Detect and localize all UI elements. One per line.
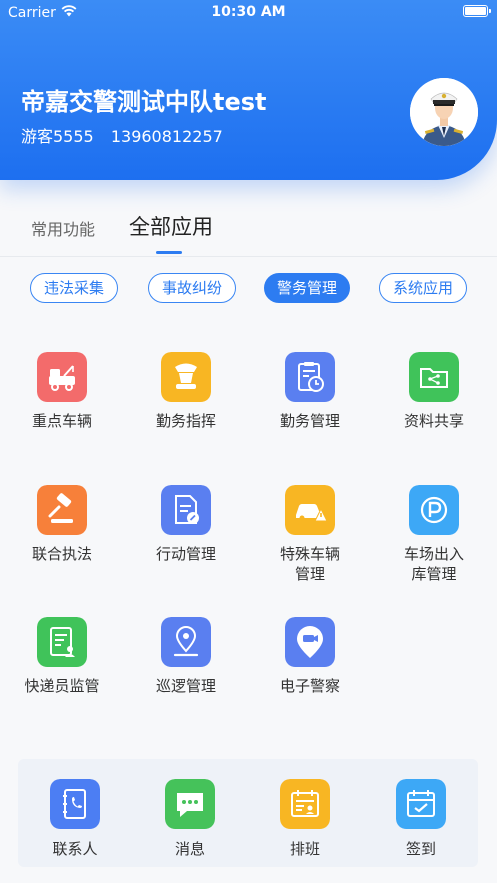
tab-common-functions[interactable]: 常用功能 <box>31 216 95 240</box>
app-data-sharing[interactable]: 资料共享 <box>379 352 489 431</box>
location-pin-icon <box>161 617 211 667</box>
gavel-icon <box>37 485 87 535</box>
avatar[interactable] <box>410 78 478 146</box>
user-info: 游客5555 13960812257 <box>21 123 235 147</box>
dock-check-in[interactable]: 签到 <box>366 779 476 859</box>
officer-hat-icon <box>161 352 211 402</box>
app-duty-management[interactable]: 勤务管理 <box>255 352 365 431</box>
profile-header: Carrier 10:30 AM 帝嘉交警测试中队test 游客5555 139… <box>0 0 497 180</box>
category-filters: 违法采集 事故纠纷 警务管理 系统应用 <box>0 273 497 307</box>
tow-truck-icon <box>37 352 87 402</box>
app-parking-inout[interactable]: 车场出入 库管理 <box>379 485 489 584</box>
app-key-vehicles[interactable]: 重点车辆 <box>7 352 117 431</box>
tab-all-apps[interactable]: 全部应用 <box>129 211 213 241</box>
app-action-management[interactable]: 行动管理 <box>131 485 241 564</box>
category-police-management[interactable]: 警务管理 <box>264 273 350 303</box>
category-system-apps[interactable]: 系统应用 <box>379 273 467 303</box>
clock: 10:30 AM <box>211 4 286 20</box>
active-tab-indicator <box>156 251 182 254</box>
schedule-badge-icon <box>280 779 330 829</box>
calendar-check-icon <box>396 779 446 829</box>
police-officer-icon <box>410 78 478 146</box>
app-duty-command[interactable]: 勤务指挥 <box>131 352 241 431</box>
dock-schedule[interactable]: 排班 <box>250 779 360 859</box>
camera-pin-icon <box>285 617 335 667</box>
status-bar: Carrier 10:30 AM <box>0 0 497 26</box>
app-courier-supervision[interactable]: 快递员监管 <box>7 617 117 696</box>
app-label: 电子警察 <box>279 677 340 695</box>
category-illegal-collection[interactable]: 违法采集 <box>30 273 118 303</box>
app-label: 勤务指挥 <box>155 412 216 430</box>
contacts-book-icon <box>50 779 100 829</box>
clipboard-clock-icon <box>285 352 335 402</box>
app-patrol-management[interactable]: 巡逻管理 <box>131 617 241 696</box>
car-warning-icon <box>285 485 335 535</box>
battery-icon <box>463 5 491 17</box>
app-label: 联合执法 <box>31 545 92 563</box>
app-label: 快递员监管 <box>24 677 100 695</box>
app-label: 联系人 <box>52 840 98 858</box>
app-label: 巡逻管理 <box>155 677 216 695</box>
document-edit-icon <box>161 485 211 535</box>
chat-bubble-icon <box>165 779 215 829</box>
app-label: 行动管理 <box>155 545 216 563</box>
function-tabs: 常用功能 全部应用 <box>0 200 497 257</box>
user-name: 游客5555 <box>21 127 94 146</box>
app-label: 资料共享 <box>403 412 464 430</box>
user-phone: 13960812257 <box>110 127 223 146</box>
category-accident-dispute[interactable]: 事故纠纷 <box>148 273 236 303</box>
app-label: 签到 <box>405 840 436 858</box>
app-label: 勤务管理 <box>279 412 340 430</box>
app-label: 重点车辆 <box>31 412 92 430</box>
parking-icon <box>409 485 459 535</box>
unit-name: 帝嘉交警测试中队test <box>21 88 267 116</box>
bottom-quick-dock: 联系人 消息 排班 签到 <box>18 759 478 867</box>
app-label: 车场出入 库管理 <box>403 545 464 583</box>
app-label: 特殊车辆 管理 <box>279 545 340 583</box>
app-electronic-police[interactable]: 电子警察 <box>255 617 365 696</box>
dock-messages[interactable]: 消息 <box>135 779 245 859</box>
app-label: 消息 <box>174 840 205 858</box>
courier-doc-icon <box>37 617 87 667</box>
app-label: 排班 <box>289 840 320 858</box>
folder-share-icon <box>409 352 459 402</box>
app-joint-enforcement[interactable]: 联合执法 <box>7 485 117 564</box>
app-special-vehicle-management[interactable]: 特殊车辆 管理 <box>255 485 365 584</box>
dock-contacts[interactable]: 联系人 <box>20 779 130 859</box>
